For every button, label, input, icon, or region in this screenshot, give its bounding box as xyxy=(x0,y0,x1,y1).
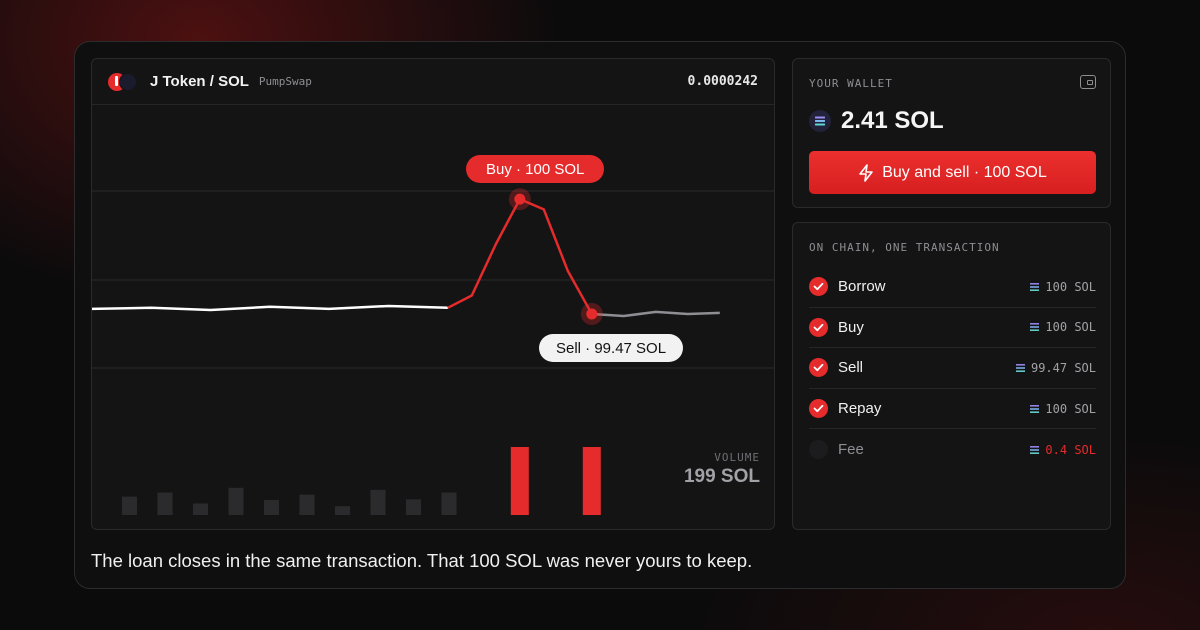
volume-bar-buy xyxy=(510,447,529,515)
step-amount: 0.4 SOL xyxy=(1030,443,1096,457)
step-repay: Repay 100 SOL xyxy=(809,389,1096,430)
step-amount: 100 SOL xyxy=(1030,320,1096,334)
volume-bar xyxy=(441,492,457,515)
balance-value: 2.41 SOL xyxy=(841,107,944,134)
solana-icon xyxy=(1030,445,1040,454)
price-line-after xyxy=(591,310,720,318)
wallet-icon[interactable] xyxy=(1080,75,1096,89)
volume-bar xyxy=(122,496,137,515)
volume-bar xyxy=(157,492,173,515)
volume-bar xyxy=(370,489,386,515)
volume-label: VOLUME xyxy=(714,451,760,464)
step-list: Borrow 100 SOL Buy 100 SOL Sell 99.47 SO… xyxy=(809,267,1096,470)
volume-bar xyxy=(193,503,208,515)
buy-and-sell-button[interactable]: Buy and sell · 100 SOL xyxy=(809,151,1096,194)
step-label: Borrow xyxy=(838,278,886,296)
price-line-pump xyxy=(447,197,593,315)
price-chart-panel: J Token / SOL PumpSwap 0.0000242 Buy · 1… xyxy=(91,58,775,530)
transaction-steps-panel: ON CHAIN, ONE TRANSACTION Borrow 100 SOL… xyxy=(792,222,1111,530)
check-icon xyxy=(809,358,828,378)
step-amount-value: 0.4 SOL xyxy=(1045,442,1096,457)
sell-tag: Sell · 99.47 SOL xyxy=(539,334,684,362)
step-amount: 100 SOL xyxy=(1030,280,1096,294)
step-fee: Fee 0.4 SOL xyxy=(809,429,1096,470)
step-amount: 100 SOL xyxy=(1030,402,1096,416)
step-amount-value: 100 SOL xyxy=(1045,279,1096,294)
price-line-before xyxy=(92,304,448,312)
volume-bars xyxy=(122,447,601,515)
step-buy: Buy 100 SOL xyxy=(809,308,1096,349)
solana-icon xyxy=(809,110,831,132)
wallet-balance: 2.41 SOL xyxy=(809,107,944,135)
step-amount-value: 100 SOL xyxy=(1045,320,1096,335)
volume-summary: VOLUME 199 SOL xyxy=(684,451,760,488)
step-label: Buy xyxy=(838,318,864,336)
solana-icon xyxy=(1015,363,1025,372)
step-amount-value: 100 SOL xyxy=(1045,401,1096,416)
solana-icon xyxy=(1030,404,1040,413)
step-amount: 99.47 SOL xyxy=(1015,360,1096,375)
volume-bar xyxy=(264,500,279,515)
caption: The loan closes in the same transaction.… xyxy=(91,550,753,571)
transaction-heading: ON CHAIN, ONE TRANSACTION xyxy=(809,241,1000,254)
sell-marker xyxy=(586,308,598,320)
solana-icon xyxy=(1030,282,1040,291)
step-label: Sell xyxy=(838,359,864,377)
step-label: Repay xyxy=(838,400,882,418)
lightning-icon xyxy=(859,163,874,182)
step-label: Fee xyxy=(838,441,864,459)
volume-value: 199 SOL xyxy=(683,466,760,487)
wallet-heading: YOUR WALLET xyxy=(809,77,893,90)
step-sell: Sell 99.47 SOL xyxy=(809,348,1096,389)
trade-markers xyxy=(508,188,603,325)
app-frame: J Token / SOL PumpSwap 0.0000242 Buy · 1… xyxy=(74,41,1126,589)
step-amount-value: 99.47 SOL xyxy=(1030,360,1096,375)
volume-bar xyxy=(335,506,350,515)
step-borrow: Borrow 100 SOL xyxy=(809,267,1096,308)
volume-bar xyxy=(228,487,244,515)
check-icon xyxy=(809,277,828,297)
unchecked-icon xyxy=(809,440,828,460)
wallet-panel: YOUR WALLET 2.41 SOL Buy and sell · 100 … xyxy=(792,58,1111,208)
price-chart xyxy=(92,188,774,515)
volume-bar xyxy=(299,494,315,515)
price-lines xyxy=(92,197,720,318)
check-icon xyxy=(809,399,828,419)
buy-and-sell-label: Buy and sell · 100 SOL xyxy=(882,163,1047,181)
check-icon xyxy=(809,317,828,337)
volume-bar-sell xyxy=(582,447,601,515)
solana-icon xyxy=(1030,323,1040,332)
buy-tag: Buy · 100 SOL xyxy=(466,155,605,183)
buy-marker xyxy=(514,193,526,205)
volume-bar xyxy=(406,499,421,515)
